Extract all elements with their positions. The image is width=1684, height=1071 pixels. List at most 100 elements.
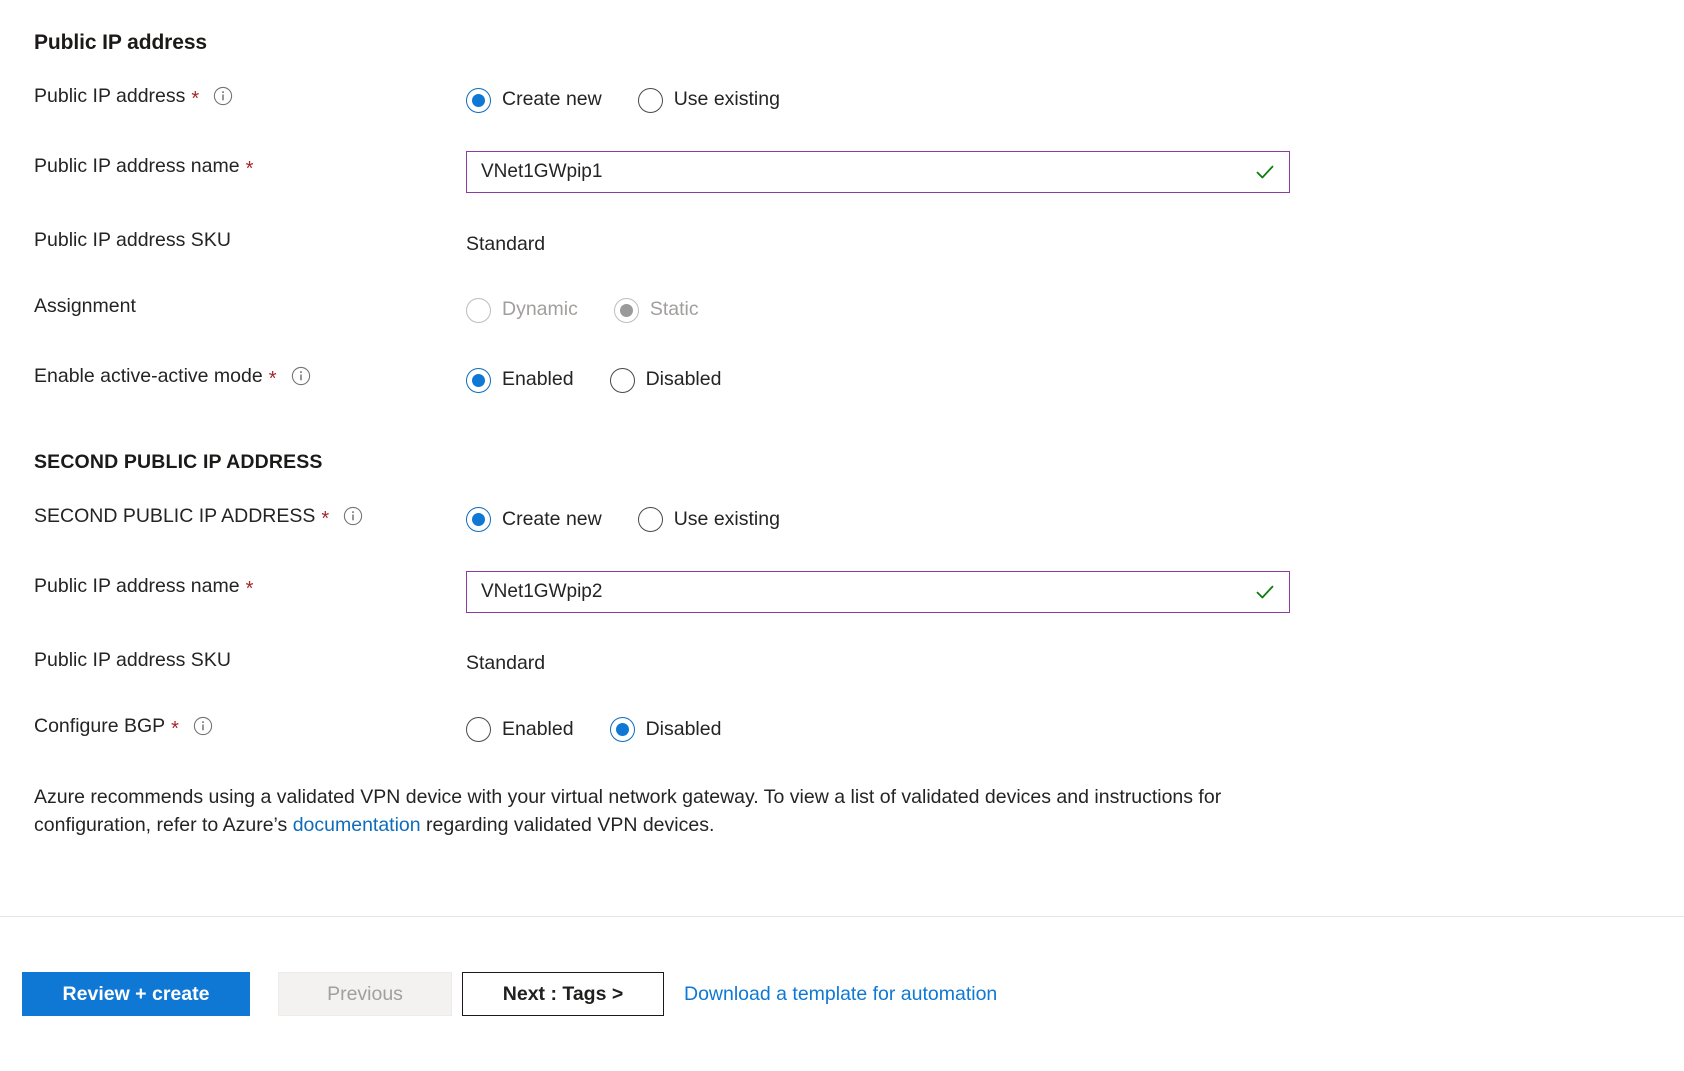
radio-option-disabled[interactable]: Disabled (610, 717, 722, 742)
label-text: Public IP address name (34, 153, 240, 179)
radio-option-static: Static (614, 298, 699, 323)
label-configure-bgp: Configure BGP * (34, 711, 466, 739)
section-heading-second-public-ip: SECOND PUBLIC IP ADDRESS (34, 451, 1650, 474)
radio-group-assignment: Dynamic Static (466, 298, 699, 323)
textbox-public-ip-name-2[interactable] (466, 571, 1290, 613)
radio-group-active-active-mode: Enabled Disabled (466, 368, 721, 393)
form-footer: Review + create Previous Next : Tags > D… (0, 917, 1684, 1071)
label-second-public-ip-address: SECOND PUBLIC IP ADDRESS * (34, 501, 466, 529)
radio-option-dynamic: Dynamic (466, 298, 578, 323)
note-text-part2: regarding validated VPN devices. (421, 814, 715, 836)
download-template-link[interactable]: Download a template for automation (684, 983, 997, 1006)
label-text: Public IP address (34, 83, 185, 109)
label-assignment: Assignment (34, 291, 466, 319)
field-public-ip-sku-2: Standard (466, 645, 1650, 683)
info-icon[interactable] (193, 716, 213, 736)
valid-check-icon (1254, 581, 1276, 603)
label-text: Public IP address SKU (34, 647, 231, 673)
radio-option-use-existing[interactable]: Use existing (638, 88, 780, 113)
radio-option-enabled[interactable]: Enabled (466, 368, 574, 393)
label-public-ip-address-name: Public IP address name * (34, 571, 466, 599)
form-content: Public IP address Public IP address * Cr… (0, 0, 1684, 840)
field-public-ip-sku-1: Standard (466, 225, 1650, 263)
radio-option-use-existing[interactable]: Use existing (638, 507, 780, 532)
label-public-ip-address-name: Public IP address name * (34, 151, 466, 179)
radio-group-configure-bgp: Enabled Disabled (466, 717, 721, 742)
required-asterisk: * (269, 369, 277, 389)
field-public-ip-name-1 (466, 151, 1650, 193)
value-public-ip-sku: Standard (466, 650, 545, 676)
field-public-ip-address: Create new Use existing (466, 81, 1650, 119)
review-create-button[interactable]: Review + create (22, 972, 250, 1016)
label-public-ip-address: Public IP address * (34, 81, 466, 109)
radio-label: Use existing (674, 90, 780, 110)
radio-mark[interactable] (466, 88, 491, 113)
form-row-public-ip-sku-2: Public IP address SKU Standard (34, 645, 1650, 683)
radio-mark[interactable] (638, 507, 663, 532)
radio-mark[interactable] (466, 507, 491, 532)
label-text: Enable active-active mode (34, 363, 263, 389)
form-row-assignment: Assignment Dynamic Static (34, 291, 1650, 329)
vpn-device-note: Azure recommends using a validated VPN d… (34, 783, 1279, 841)
radio-label: Use existing (674, 510, 780, 530)
section-heading-public-ip: Public IP address (34, 30, 1650, 55)
radio-mark[interactable] (466, 717, 491, 742)
textbox-public-ip-name-1[interactable] (466, 151, 1290, 193)
required-asterisk: * (246, 159, 254, 179)
public-ip-name-input-2[interactable] (481, 572, 1275, 612)
form-row-public-ip-name-1: Public IP address name * (34, 151, 1650, 193)
field-configure-bgp: Enabled Disabled (466, 711, 1650, 749)
form-row-public-ip-address: Public IP address * Create new Use exist… (34, 81, 1650, 119)
radio-mark[interactable] (610, 368, 635, 393)
label-enable-active-active-mode: Enable active-active mode * (34, 361, 466, 389)
field-assignment: Dynamic Static (466, 291, 1650, 329)
next-tags-button[interactable]: Next : Tags > (462, 972, 664, 1016)
radio-label: Disabled (646, 370, 722, 390)
field-public-ip-name-2 (466, 571, 1650, 613)
radio-label: Disabled (646, 720, 722, 740)
radio-option-create-new[interactable]: Create new (466, 507, 602, 532)
radio-option-disabled[interactable]: Disabled (610, 368, 722, 393)
documentation-link[interactable]: documentation (293, 814, 421, 836)
radio-mark[interactable] (638, 88, 663, 113)
label-text: SECOND PUBLIC IP ADDRESS (34, 503, 315, 529)
radio-mark (466, 298, 491, 323)
public-ip-name-input-1[interactable] (481, 152, 1275, 192)
radio-group-public-ip-address: Create new Use existing (466, 88, 780, 113)
info-icon[interactable] (213, 86, 233, 106)
radio-label: Create new (502, 510, 602, 530)
radio-group-second-public-ip: Create new Use existing (466, 507, 780, 532)
required-asterisk: * (246, 579, 254, 599)
radio-label: Enabled (502, 720, 574, 740)
label-public-ip-sku: Public IP address SKU (34, 645, 466, 673)
previous-button: Previous (278, 972, 452, 1016)
required-asterisk: * (191, 89, 199, 109)
radio-mark[interactable] (610, 717, 635, 742)
field-second-public-ip: Create new Use existing (466, 501, 1650, 539)
form-row-public-ip-sku-1: Public IP address SKU Standard (34, 225, 1650, 263)
form-row-second-public-ip: SECOND PUBLIC IP ADDRESS * Create new Us… (34, 501, 1650, 539)
radio-option-enabled[interactable]: Enabled (466, 717, 574, 742)
vpn-gateway-create-form: Public IP address Public IP address * Cr… (0, 0, 1684, 1071)
label-text: Public IP address name (34, 573, 240, 599)
required-asterisk: * (171, 719, 179, 739)
radio-mark[interactable] (466, 368, 491, 393)
radio-label: Enabled (502, 370, 574, 390)
radio-label: Static (650, 300, 699, 320)
radio-mark (614, 298, 639, 323)
radio-label: Create new (502, 90, 602, 110)
required-asterisk: * (321, 509, 329, 529)
form-row-public-ip-name-2: Public IP address name * (34, 571, 1650, 613)
form-row-active-active-mode: Enable active-active mode * Enabled Disa… (34, 361, 1650, 399)
label-public-ip-sku: Public IP address SKU (34, 225, 466, 253)
radio-option-create-new[interactable]: Create new (466, 88, 602, 113)
label-text: Public IP address SKU (34, 227, 231, 253)
value-public-ip-sku: Standard (466, 231, 545, 257)
label-text: Configure BGP (34, 713, 165, 739)
label-text: Assignment (34, 293, 136, 319)
info-icon[interactable] (343, 506, 363, 526)
field-active-active-mode: Enabled Disabled (466, 361, 1650, 399)
valid-check-icon (1254, 161, 1276, 183)
form-row-configure-bgp: Configure BGP * Enabled Disabled (34, 711, 1650, 749)
info-icon[interactable] (291, 366, 311, 386)
